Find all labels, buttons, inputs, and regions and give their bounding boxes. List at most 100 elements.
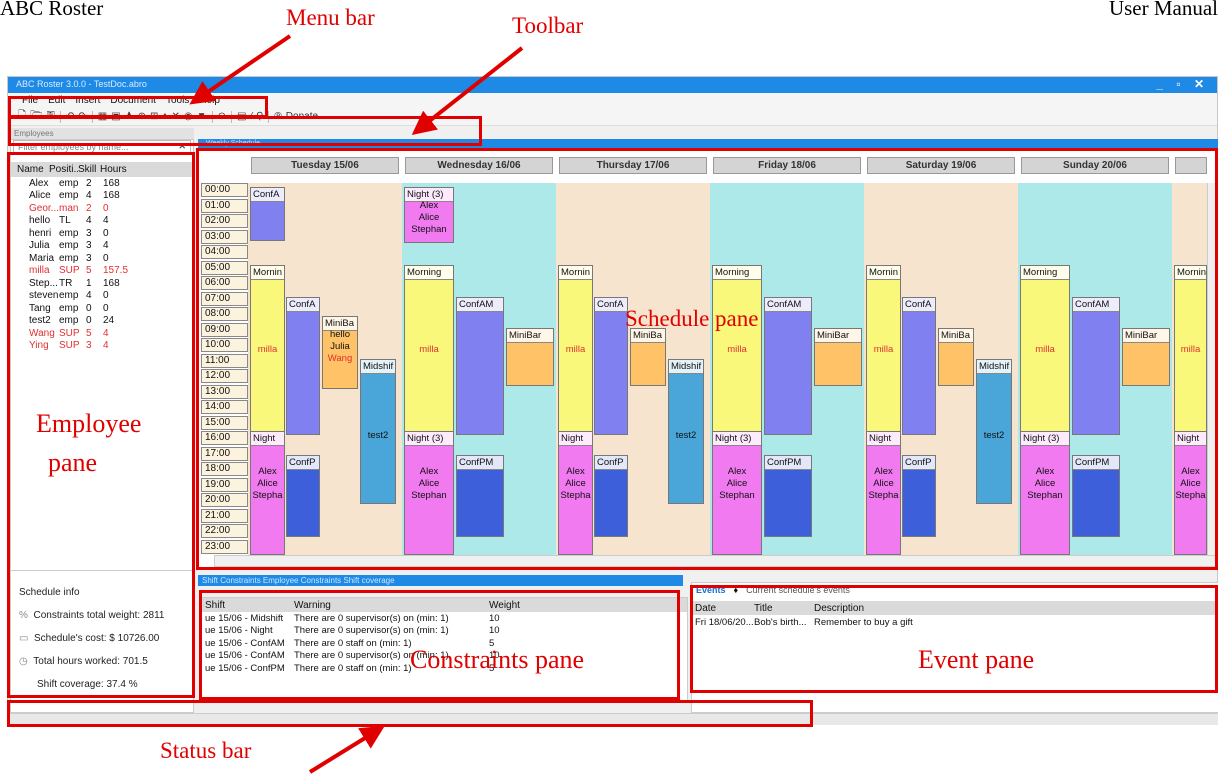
shift-block[interactable]: ConfP [902,455,936,537]
employee-row[interactable]: Tang emp 0 0 [11,302,193,315]
col-name[interactable]: Name [17,164,49,175]
day-header-partial[interactable] [1175,157,1207,174]
day-header[interactable]: Thursday 17/06 [559,157,707,174]
undo-icon[interactable]: ↶ [66,111,74,122]
col-weight[interactable]: Weight [489,600,549,611]
employee-row[interactable]: Alice emp 4 168 [11,190,193,203]
employee-row[interactable]: Maria emp 3 0 [11,252,193,265]
shift-block[interactable]: Night Alex Alice Stepha [866,431,901,555]
current-events-tab[interactable]: Current schedule's events [746,585,850,595]
col-position[interactable]: Positi... [49,164,78,175]
shift-block[interactable]: ConfPM [764,455,812,537]
shift-block[interactable]: Morning milla [404,265,454,435]
shift-block[interactable]: MiniBar [506,328,554,386]
shift-block[interactable]: MiniBar [1122,328,1170,386]
day-header[interactable]: Tuesday 15/06 [251,157,399,174]
menu-tools[interactable]: Tools [166,95,189,106]
col-shift[interactable]: Shift [202,600,294,611]
window-controls[interactable]: _ ▫ ✕ [1156,77,1209,91]
report-icon[interactable]: ▤ [237,111,246,122]
employee-row[interactable]: steven emp 4 0 [11,290,193,303]
open-icon[interactable]: 🗁 [30,108,42,125]
shift-block[interactable]: ConfA [250,187,285,241]
zoom-icon[interactable]: ⚲ [256,111,263,122]
shift-block[interactable]: ConfA [902,297,936,435]
employee-filter-input[interactable]: Filter employees by name... ✕ [13,140,191,155]
shift-block[interactable]: ConfP [286,455,320,537]
shift-block[interactable]: Night (3) Alex Alice Stephan [1020,431,1070,555]
menu-file[interactable]: File [22,95,38,106]
shift-block[interactable]: MiniBa [938,328,974,386]
shift-block[interactable]: Night (3) Alex Alice Stephan [712,431,762,555]
shift-block[interactable]: Night (3) Alex Alice Stephan [404,431,454,555]
circle-icon[interactable]: ⊖ [218,111,226,122]
filter-icon[interactable]: ▼ [197,111,207,122]
day-header[interactable]: Saturday 19/06 [867,157,1015,174]
col-hours[interactable]: Hours [100,164,130,175]
shift-block[interactable]: ConfPM [1072,455,1120,537]
shift-block[interactable]: Mornin milla [1174,265,1207,435]
col-skill[interactable]: Skill [78,164,100,175]
events-tab[interactable]: Events [696,585,726,595]
shift-block[interactable]: ConfAM [456,297,504,435]
shift-block[interactable]: Mornin milla [866,265,901,435]
employee-row[interactable]: Wang SUP 5 4 [11,327,193,340]
col-date[interactable]: Date [692,603,754,614]
constraint-row[interactable]: ue 15/06 - Midshift There are 0 superviso… [202,612,687,625]
grid-icon[interactable]: ⊞ [150,111,158,122]
clear-filter-icon[interactable]: ✕ [178,141,186,152]
shift-block[interactable]: MiniBa [630,328,666,386]
wand-icon[interactable]: ⁄ [250,111,252,122]
shift-block[interactable]: MiniBar [814,328,862,386]
constraints-tabs[interactable]: Shift Constraints Employee Constraints S… [198,575,683,586]
shift-block[interactable]: ConfA [286,297,320,435]
add-icon[interactable]: ⊕ [138,111,146,122]
users-icon[interactable]: ♟ [125,111,134,122]
col-title[interactable]: Title [754,603,814,614]
col-warning[interactable]: Warning [294,600,489,611]
eye-icon[interactable]: ◉ [184,111,193,122]
schedule-tab[interactable]: Weekly Schedule [198,139,1218,149]
col-description[interactable]: Description [814,603,1054,614]
shift-block[interactable]: Mornin milla [250,265,285,435]
shift-block[interactable]: Night Alex Alice Stepha [1174,431,1207,555]
shift-block[interactable]: ConfA [594,297,628,435]
new-file-icon[interactable]: 🗋 [18,108,26,125]
shift-block[interactable]: Morning milla [712,265,762,435]
constraint-row[interactable]: ue 15/06 - Night There are 0 supervisor(s… [202,625,687,638]
shift-block[interactable]: Midshif test2 [360,359,396,504]
shift-block[interactable]: ConfAM [1072,297,1120,435]
shift-block[interactable]: Morning milla [1020,265,1070,435]
employee-row[interactable]: henri emp 3 0 [11,227,193,240]
shift-block[interactable]: ConfPM [456,455,504,537]
employee-row[interactable]: Julia emp 3 4 [11,240,193,253]
employee-row[interactable]: milla SUP 5 157.5 [11,265,193,278]
shuffle-icon[interactable]: ✕ [172,111,180,122]
calendar-icon[interactable]: ▦ [98,111,107,122]
day-header[interactable]: Friday 18/06 [713,157,861,174]
donate-button[interactable]: Donate [286,111,318,122]
schedule-horizontal-scrollbar[interactable] [214,555,1216,567]
shift-block[interactable]: Night Alex Alice Stepha [250,431,285,555]
schedule-vertical-scrollbar[interactable] [1207,183,1218,555]
employee-row[interactable]: hello TL 4 4 [11,215,193,228]
employee-row[interactable]: Alex emp 2 168 [11,177,193,190]
shift-block[interactable]: Midshif test2 [668,359,704,504]
save-icon[interactable]: 🖫 [46,108,55,125]
day-header[interactable]: Sunday 20/06 [1021,157,1169,174]
menu-edit[interactable]: Edit [48,95,65,106]
shift-block[interactable]: Night Alex Alice Stepha [558,431,593,555]
employee-row[interactable]: Step... TR 1 168 [11,277,193,290]
menu-help[interactable]: Help [199,95,220,106]
employee-row[interactable]: test2 emp 0 24 [11,315,193,328]
bell-icon[interactable]: ♦ [162,111,167,122]
calendar-edit-icon[interactable]: ▣ [111,111,120,122]
shift-block[interactable]: Mornin milla [558,265,593,435]
shift-block[interactable]: MiniBa hello Julia Wang [322,316,358,389]
shift-block[interactable]: Midshif test2 [976,359,1012,504]
event-row[interactable]: Fri 18/06/20... Bob's birth... Remember … [692,615,1218,629]
menu-document[interactable]: Document [110,95,156,106]
menu-insert[interactable]: Insert [75,95,100,106]
shift-block[interactable]: ConfAM [764,297,812,435]
employee-row[interactable]: Geor... man 2 0 [11,202,193,215]
